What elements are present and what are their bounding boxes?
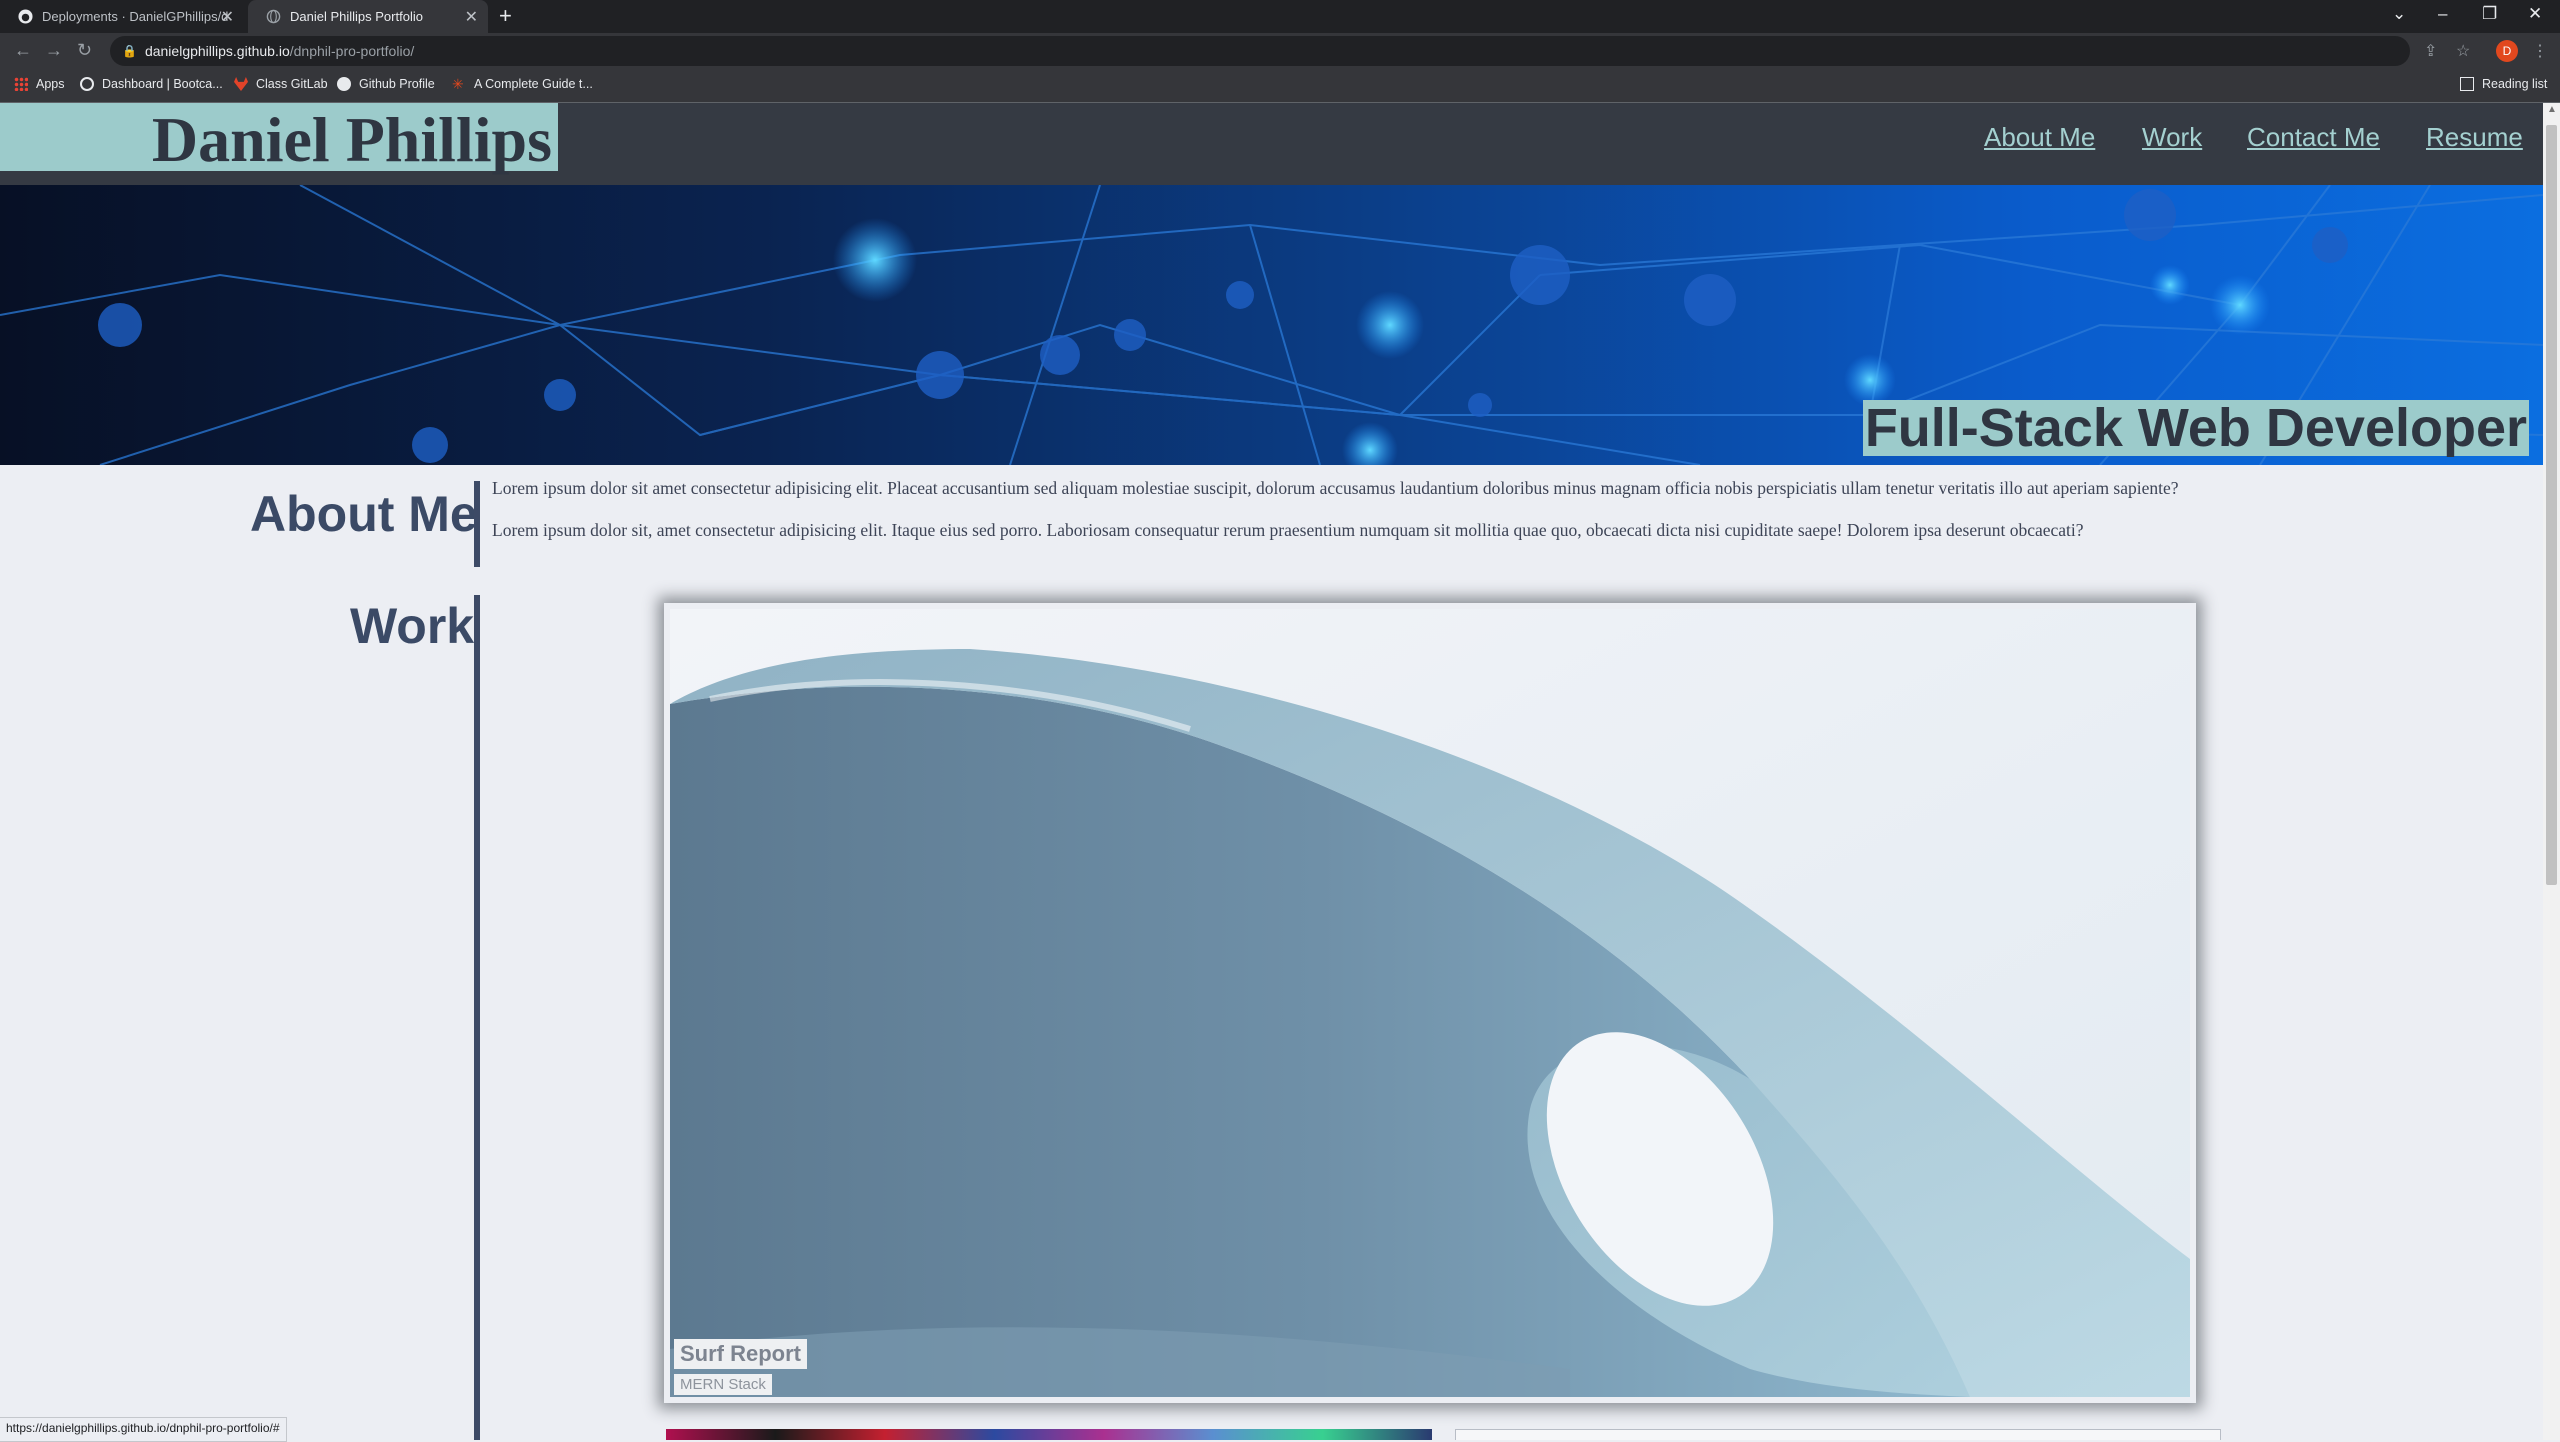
bookmark-apps[interactable]: Apps <box>14 77 65 91</box>
bookmark-github-profile[interactable]: Github Profile <box>337 77 435 91</box>
close-window-icon[interactable]: ✕ <box>2528 4 2542 24</box>
hero-tagline: Full-Stack Web Developer <box>1862 398 2529 458</box>
nav-contact-me[interactable]: Contact Me <box>2247 122 2380 153</box>
globe-icon <box>266 9 281 24</box>
site-header: Daniel Phillips About Me Work Contact Me… <box>0 103 2543 185</box>
project-card-surf-report[interactable] <box>664 603 2196 1403</box>
wave-image <box>670 609 2190 1397</box>
work-heading: Work <box>350 598 475 654</box>
browser-tab-bar: Deployments · DanielGPhillips/d ✕ Daniel… <box>0 0 2560 33</box>
minimize-icon[interactable]: – <box>2438 4 2447 24</box>
github-icon <box>18 9 33 24</box>
new-tab-icon[interactable]: + <box>499 3 512 29</box>
profile-avatar[interactable]: D <box>2496 40 2518 62</box>
asterisk-icon: ✳ <box>452 76 464 92</box>
tab-title: Deployments · DanielGPhillips/d <box>42 9 229 24</box>
nav-about-me[interactable]: About Me <box>1984 122 2095 153</box>
dashboard-icon <box>80 77 94 91</box>
about-divider <box>474 481 480 567</box>
tab-search-icon[interactable]: ⌄ <box>2392 4 2406 24</box>
bookmark-complete-guide[interactable]: ✳ A Complete Guide t... <box>452 77 593 91</box>
status-bar-url: https://danielgphillips.github.io/dnphil… <box>0 1417 287 1442</box>
bookmark-label: Class GitLab <box>256 77 328 91</box>
back-icon[interactable]: ← <box>14 40 32 61</box>
site-title: Daniel Phillips <box>0 103 558 175</box>
bookmark-star-icon[interactable]: ☆ <box>2456 41 2470 61</box>
tab-portfolio[interactable]: Daniel Phillips Portfolio ✕ <box>248 0 488 33</box>
close-tab-icon[interactable]: ✕ <box>221 7 234 27</box>
about-heading: About Me <box>250 486 478 542</box>
project-thumbnail-2[interactable] <box>666 1429 1432 1440</box>
menu-dots-icon[interactable]: ⋮ <box>2532 41 2548 61</box>
bookmark-label: A Complete Guide t... <box>474 77 593 91</box>
close-tab-icon[interactable]: ✕ <box>465 7 478 27</box>
project-thumbnail-3[interactable] <box>1455 1429 2221 1440</box>
reading-list[interactable]: Reading list <box>2460 77 2547 91</box>
apps-grid-icon <box>14 77 28 91</box>
reading-list-label: Reading list <box>2482 77 2548 91</box>
share-icon[interactable]: ⇪ <box>2424 41 2437 61</box>
hero-banner: Full-Stack Web Developer <box>0 185 2543 465</box>
restore-icon[interactable]: ❐ <box>2482 4 2497 24</box>
url-host: danielgphillips.github.io <box>144 43 290 59</box>
bookmarks-bar: Apps Dashboard | Bootca... Class GitLab … <box>0 70 2560 103</box>
about-paragraph-1: Lorem ipsum dolor sit amet consectetur a… <box>492 478 2179 498</box>
gitlab-icon <box>234 77 248 91</box>
bookmark-label: Github Profile <box>359 77 435 91</box>
bookmark-label: Apps <box>36 77 65 91</box>
nav-resume[interactable]: Resume <box>2426 122 2523 153</box>
nav-work[interactable]: Work <box>2142 122 2202 153</box>
forward-icon[interactable]: → <box>45 40 63 61</box>
url-path: /dnphil-pro-portfolio/ <box>289 43 415 59</box>
reload-icon[interactable]: ↻ <box>77 40 92 61</box>
tab-deployments[interactable]: Deployments · DanielGPhillips/d ✕ <box>0 0 244 33</box>
about-paragraph-2: Lorem ipsum dolor sit, amet consectetur … <box>492 520 2084 540</box>
tab-title: Daniel Phillips Portfolio <box>290 9 423 24</box>
project-subtitle: MERN Stack <box>674 1374 772 1395</box>
browser-toolbar: ← → ↻ 🔒 danielgphillips.github.io /dnphi… <box>0 33 2560 70</box>
bookmark-label: Dashboard | Bootca... <box>102 77 223 91</box>
bookmark-class-gitlab[interactable]: Class GitLab <box>234 77 328 91</box>
address-bar[interactable]: 🔒 danielgphillips.github.io /dnphil-pro-… <box>110 36 2410 66</box>
project-title[interactable]: Surf Report <box>674 1339 807 1369</box>
lock-icon: 🔒 <box>122 44 137 58</box>
reading-list-icon <box>2460 77 2474 91</box>
github-icon <box>337 77 351 91</box>
scroll-up-icon[interactable]: ▲ <box>2547 104 2557 115</box>
scrollbar-thumb[interactable] <box>2546 125 2557 885</box>
page-viewport: Daniel Phillips About Me Work Contact Me… <box>0 103 2543 1440</box>
bookmark-dashboard[interactable]: Dashboard | Bootca... <box>80 77 223 91</box>
work-divider <box>474 595 480 1440</box>
